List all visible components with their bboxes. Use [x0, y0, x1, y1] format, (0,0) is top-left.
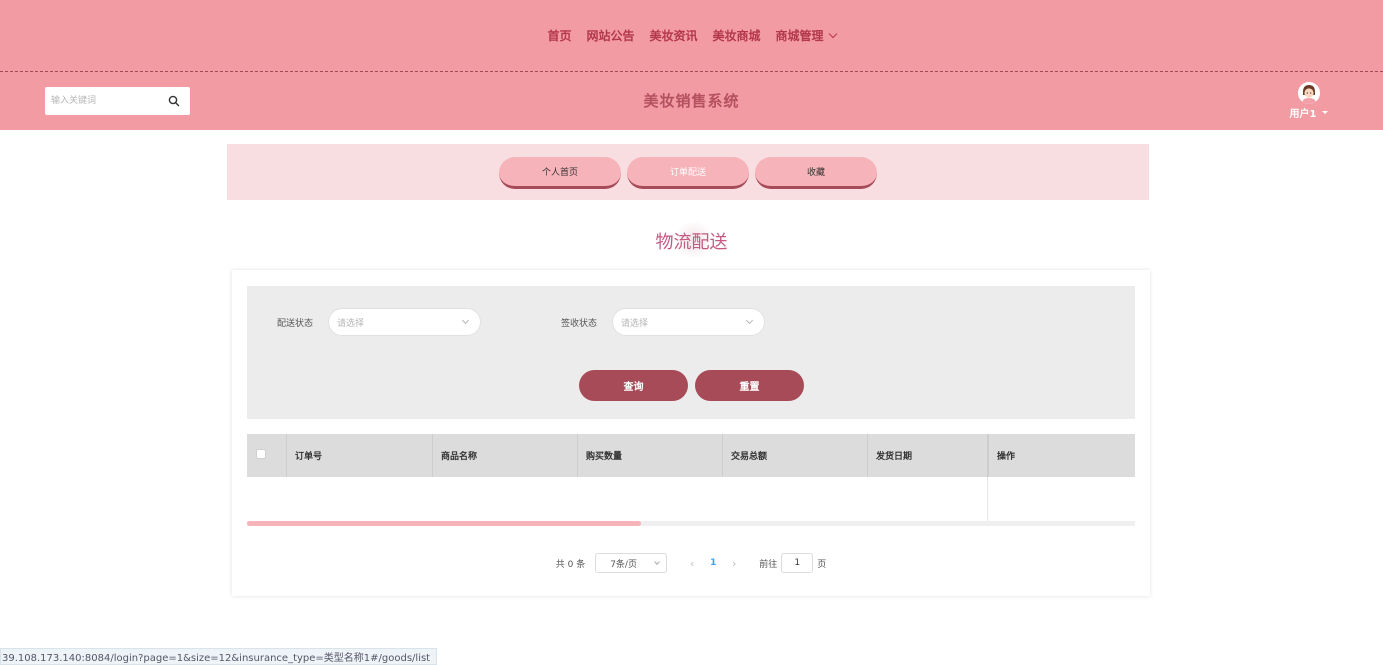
chevron-down-icon	[654, 559, 661, 565]
chevron-down-icon	[828, 29, 837, 38]
tab-banner: 个人首页 订单配送 收藏	[227, 144, 1149, 200]
select-all-checkbox[interactable]	[256, 449, 266, 459]
query-button[interactable]: 查询	[579, 370, 688, 401]
column-header-total-amount[interactable]: 交易总额	[723, 434, 868, 477]
header-bar: 美妆销售系统 用户1	[0, 72, 1383, 130]
pagination: 共 0 条 7条/页 ‹ 1 › 前往 页	[232, 553, 1150, 573]
user-menu[interactable]: 用户1	[1287, 82, 1331, 120]
avatar	[1298, 82, 1320, 104]
reset-button[interactable]: 重置	[695, 370, 804, 401]
tab-order-delivery[interactable]: 订单配送	[627, 157, 749, 189]
scrollbar-thumb[interactable]	[247, 521, 641, 526]
column-header-quantity[interactable]: 购买数量	[578, 434, 723, 477]
next-page-button[interactable]: ›	[721, 557, 747, 570]
page-size-select[interactable]: 7条/页	[595, 553, 668, 573]
nav-home[interactable]: 首页	[547, 27, 571, 44]
user-name: 用户1	[1289, 109, 1317, 120]
pagination-total: 共 0 条	[555, 559, 586, 570]
goto-page-input[interactable]	[781, 553, 814, 573]
table-header: 订单号 商品名称 购买数量 交易总额 发货日期 操作	[247, 434, 1135, 477]
filter-panel: 配送状态 请选择 签收状态 请选择 查询 重置	[247, 286, 1135, 419]
status-bar-url: 39.108.173.140:8084/login?page=1&size=12…	[0, 648, 438, 665]
site-title: 美妆销售系统	[643, 92, 740, 110]
page-number-current[interactable]: 1	[705, 558, 721, 568]
caret-down-icon	[1322, 111, 1329, 114]
sign-status-label: 签收状态	[561, 319, 598, 329]
column-header-actions: 操作	[988, 434, 1135, 477]
chevron-down-icon	[745, 316, 754, 325]
column-header-order-no[interactable]: 订单号	[287, 434, 433, 477]
nav-mall-management[interactable]: 商城管理	[775, 27, 837, 44]
prev-page-button[interactable]: ‹	[679, 557, 705, 570]
delivery-status-select[interactable]: 请选择	[328, 308, 481, 336]
nav-beauty-news[interactable]: 美妆资讯	[649, 27, 697, 44]
nav-announcements[interactable]: 网站公告	[586, 27, 634, 44]
column-header-product-name[interactable]: 商品名称	[433, 434, 578, 477]
fixed-column-divider	[987, 477, 988, 526]
nav-beauty-mall[interactable]: 美妆商城	[713, 27, 761, 44]
delivery-status-label: 配送状态	[277, 319, 314, 329]
delivery-status-placeholder: 请选择	[337, 318, 365, 329]
page-title: 物流配送	[655, 232, 728, 253]
select-all-cell	[247, 434, 287, 477]
chevron-down-icon	[461, 316, 470, 325]
page-size-value: 7条/页	[610, 559, 637, 570]
column-header-ship-date[interactable]: 发货日期	[868, 434, 988, 477]
table-body	[247, 477, 1135, 526]
horizontal-scrollbar[interactable]	[247, 521, 1135, 526]
sign-status-placeholder: 请选择	[621, 318, 649, 329]
nav-mall-management-label: 商城管理	[775, 29, 824, 43]
main-card: 配送状态 请选择 签收状态 请选择 查询 重置 订单号 商品名称 购买数量 交易…	[232, 270, 1150, 596]
top-navigation: 首页 网站公告 美妆资讯 美妆商城 商城管理	[0, 0, 1383, 72]
page-suffix: 页	[817, 559, 827, 570]
goto-label: 前往	[759, 559, 778, 570]
tab-personal-home[interactable]: 个人首页	[499, 157, 621, 189]
user-name-row: 用户1	[1290, 105, 1329, 120]
tab-favorites[interactable]: 收藏	[755, 157, 877, 189]
sign-status-select[interactable]: 请选择	[612, 308, 765, 336]
